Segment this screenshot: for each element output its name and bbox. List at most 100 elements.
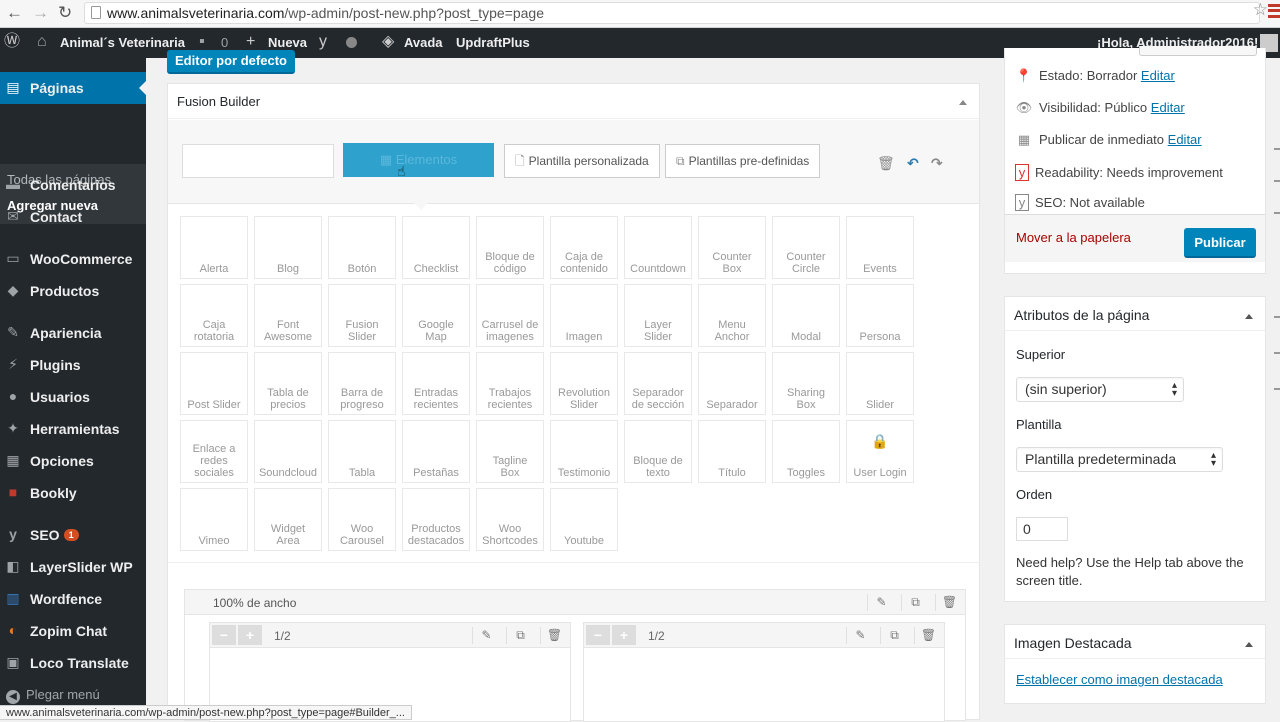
- sidebar-item-plugins[interactable]: ⚡ Plugins: [0, 349, 146, 381]
- page-attributes-header[interactable]: Atributos de la página: [1005, 297, 1265, 331]
- element-tile[interactable]: Counter Box: [698, 216, 766, 279]
- element-tile[interactable]: Sharing Box: [772, 352, 840, 415]
- element-tile[interactable]: Woo Shortcodes: [476, 488, 544, 551]
- avada-icon[interactable]: ◈: [382, 33, 394, 51]
- element-tile[interactable]: Woo Carousel: [328, 488, 396, 551]
- element-tile[interactable]: Pestañas: [402, 420, 470, 483]
- sidebar-item-multimedia[interactable]: Multimedia: [0, 58, 146, 62]
- edit-icon[interactable]: ✎: [472, 627, 500, 644]
- collapse-toggle-icon[interactable]: [1245, 638, 1253, 647]
- edit-icon[interactable]: ✎: [867, 594, 895, 611]
- element-tile[interactable]: Imagen: [550, 284, 618, 347]
- element-tile[interactable]: Carrusel de imagenes: [476, 284, 544, 347]
- element-tile[interactable]: Counter Circle: [772, 216, 840, 279]
- home-icon[interactable]: ⌂: [37, 33, 47, 51]
- element-tile[interactable]: Entradas recientes: [402, 352, 470, 415]
- element-tile[interactable]: Revolution Slider: [550, 352, 618, 415]
- element-tile[interactable]: Widget Area: [254, 488, 322, 551]
- preview-button[interactable]: [1139, 46, 1257, 56]
- element-tile[interactable]: Google Map: [402, 284, 470, 347]
- element-tile[interactable]: Tabla: [328, 420, 396, 483]
- browser-menu-icon[interactable]: [1268, 4, 1280, 18]
- yoast-icon[interactable]: y: [319, 33, 327, 51]
- element-tile[interactable]: Bloque de código: [476, 216, 544, 279]
- forward-icon[interactable]: →: [32, 3, 49, 23]
- bookmark-star-icon[interactable]: ☆: [1253, 0, 1268, 20]
- sidebar-item-opciones[interactable]: ▦ Opciones: [0, 445, 146, 477]
- address-bar[interactable]: www.animalsveterinaria.com/wp-admin/post…: [84, 2, 1260, 24]
- back-icon[interactable]: ←: [6, 3, 23, 23]
- move-to-trash-link[interactable]: Mover a la papelera: [1016, 230, 1131, 245]
- element-tile[interactable]: Bloque de texto: [624, 420, 692, 483]
- collapse-toggle-icon[interactable]: [959, 96, 967, 105]
- edit-schedule-link[interactable]: Editar: [1168, 132, 1202, 147]
- set-featured-image-link[interactable]: Establecer como imagen destacada: [1016, 672, 1223, 687]
- elements-button[interactable]: ▦ Elementos: [343, 143, 494, 177]
- element-tile[interactable]: Checklist: [402, 216, 470, 279]
- redo-icon[interactable]: ↷: [931, 155, 943, 172]
- element-tile[interactable]: Alerta: [180, 216, 248, 279]
- order-input[interactable]: 0: [1016, 517, 1068, 541]
- element-tile[interactable]: Slider: [846, 352, 914, 415]
- element-tile[interactable]: 🔒 User Login: [846, 420, 914, 483]
- edit-icon[interactable]: ✎: [846, 627, 874, 644]
- element-tile[interactable]: Layer Slider: [624, 284, 692, 347]
- delete-icon[interactable]: 🗑: [914, 627, 942, 644]
- sidebar-item-comentarios[interactable]: ▬ Comentarios: [0, 169, 146, 201]
- sidebar-item-bookly[interactable]: ■ Bookly: [0, 477, 146, 509]
- element-tile[interactable]: Título: [698, 420, 766, 483]
- clone-icon[interactable]: ⧉: [901, 594, 929, 611]
- undo-icon[interactable]: ↶: [907, 155, 919, 172]
- builder-selector[interactable]: [182, 144, 334, 178]
- new-link[interactable]: Nueva: [268, 35, 307, 50]
- featured-image-header[interactable]: Imagen Destacada: [1005, 625, 1265, 659]
- predefined-templates-button[interactable]: ⧉ Plantillas pre-definidas: [665, 144, 821, 178]
- sidebar-item-usuarios[interactable]: ● Usuarios: [0, 381, 146, 413]
- element-tile[interactable]: Vimeo: [180, 488, 248, 551]
- element-tile[interactable]: Barra de progreso: [328, 352, 396, 415]
- fusion-header[interactable]: Fusion Builder: [168, 84, 979, 119]
- element-tile[interactable]: Blog: [254, 216, 322, 279]
- default-editor-button[interactable]: Editor por defecto: [167, 50, 295, 74]
- updraft-link[interactable]: UpdraftPlus: [456, 35, 530, 50]
- element-tile[interactable]: Productos destacados: [402, 488, 470, 551]
- sidebar-item-seo[interactable]: y SEO 1: [0, 519, 146, 551]
- element-tile[interactable]: Caja de contenido: [550, 216, 618, 279]
- element-tile[interactable]: Botón: [328, 216, 396, 279]
- sidebar-item-zopim[interactable]: ◐ Zopim Chat: [0, 615, 146, 647]
- element-tile[interactable]: Post Slider: [180, 352, 248, 415]
- element-tile[interactable]: Separador de sección: [624, 352, 692, 415]
- decrease-column-button[interactable]: −: [586, 625, 610, 645]
- sidebar-item-herramientas[interactable]: ✦ Herramientas: [0, 413, 146, 445]
- comment-icon[interactable]: ▪: [199, 33, 205, 51]
- element-tile[interactable]: Separador: [698, 352, 766, 415]
- trash-icon[interactable]: 🗑: [877, 155, 895, 172]
- clone-icon[interactable]: ⧉: [506, 627, 534, 644]
- element-tile[interactable]: Tagline Box: [476, 420, 544, 483]
- avada-link[interactable]: Avada: [404, 35, 443, 50]
- element-tile[interactable]: Toggles: [772, 420, 840, 483]
- plus-icon[interactable]: +: [246, 33, 255, 51]
- sidebar-item-productos[interactable]: ◆ Productos: [0, 275, 146, 307]
- element-tile[interactable]: Fusion Slider: [328, 284, 396, 347]
- sidebar-item-woocommerce[interactable]: ▭ WooCommerce: [0, 243, 146, 275]
- element-tile[interactable]: Caja rotatoria: [180, 284, 248, 347]
- increase-column-button[interactable]: +: [238, 625, 262, 645]
- edit-status-link[interactable]: Editar: [1141, 68, 1175, 83]
- comments-count[interactable]: 0: [221, 35, 228, 50]
- publish-button[interactable]: Publicar: [1184, 228, 1256, 258]
- sidebar-item-paginas[interactable]: ▤ Páginas: [0, 72, 146, 104]
- delete-icon[interactable]: 🗑: [540, 627, 568, 644]
- edit-visibility-link[interactable]: Editar: [1151, 100, 1185, 115]
- element-tile[interactable]: Modal: [772, 284, 840, 347]
- element-tile[interactable]: Youtube: [550, 488, 618, 551]
- element-tile[interactable]: Soundcloud: [254, 420, 322, 483]
- element-tile[interactable]: Menu Anchor: [698, 284, 766, 347]
- element-tile[interactable]: Events: [846, 216, 914, 279]
- element-tile[interactable]: Font Awesome: [254, 284, 322, 347]
- sidebar-item-contact[interactable]: ✉ Contact: [0, 201, 146, 233]
- site-name-link[interactable]: Animal´s Veterinaria: [60, 35, 185, 50]
- element-tile[interactable]: Trabajos recientes: [476, 352, 544, 415]
- sidebar-item-layerslider[interactable]: ◧ LayerSlider WP: [0, 551, 146, 583]
- delete-icon[interactable]: 🗑: [935, 594, 963, 611]
